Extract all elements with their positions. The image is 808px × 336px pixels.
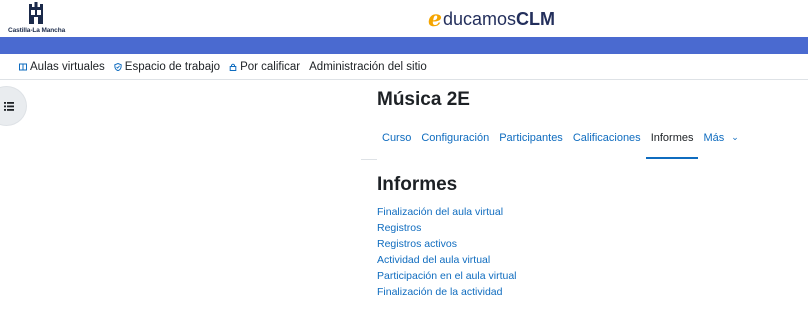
nav-label: Aulas virtuales <box>30 60 105 73</box>
shield-icon <box>114 62 122 71</box>
report-link-actividad-aula[interactable]: Actividad del aula virtual <box>377 254 490 266</box>
tab-mas-label: Más <box>703 132 725 144</box>
primary-navigation: Aulas virtuales Espacio de trabajo Por c… <box>0 54 808 80</box>
list-item: Registros activos <box>377 236 517 252</box>
report-link-finalizacion-aula[interactable]: Finalización del aula virtual <box>377 206 503 218</box>
list-item: Finalización del aula virtual <box>377 204 517 220</box>
nav-label: Por calificar <box>240 60 301 73</box>
report-link-registros[interactable]: Registros <box>377 222 421 234</box>
nav-administracion-del-sitio[interactable]: Administración del sitio <box>309 61 427 73</box>
list-item: Registros <box>377 220 517 236</box>
tab-configuracion[interactable]: Configuración <box>416 124 494 159</box>
reports-link-list: Finalización del aula virtual Registros … <box>377 204 517 300</box>
course-index-toggle-button[interactable] <box>0 86 27 126</box>
tab-informes[interactable]: Informes <box>645 124 699 159</box>
tab-participantes[interactable]: Participantes <box>494 124 568 159</box>
tab-mas-dropdown[interactable]: Más ⌄ <box>698 124 743 159</box>
educamosclm-logo[interactable]: e ducamos CLM <box>428 6 555 32</box>
nav-por-calificar[interactable]: Por calificar <box>229 61 300 73</box>
reports-heading: Informes <box>377 174 458 195</box>
header-blue-bar <box>0 37 808 54</box>
castilla-la-mancha-logo[interactable]: Castilla-La Mancha <box>8 2 66 36</box>
lock-icon <box>229 63 237 71</box>
report-link-registros-activos[interactable]: Registros activos <box>377 238 457 250</box>
nav-label: Espacio de trabajo <box>124 60 221 73</box>
list-icon <box>4 101 14 111</box>
list-item: Actividad del aula virtual <box>377 252 517 268</box>
tab-calificaciones[interactable]: Calificaciones <box>568 124 646 159</box>
castle-emblem-icon <box>29 2 43 24</box>
logo-ducamos: ducamos <box>443 9 517 29</box>
course-title: Música 2E <box>377 89 470 110</box>
org-logo-text: Castilla-La Mancha <box>8 27 66 34</box>
list-item: Participación en el aula virtual <box>377 268 517 284</box>
report-link-finalizacion-actividad[interactable]: Finalización de la actividad <box>377 286 503 298</box>
site-header: Castilla-La Mancha e ducamos CLM <box>0 0 808 37</box>
nav-aulas-virtuales[interactable]: Aulas virtuales <box>19 61 105 73</box>
logo-clm: CLM <box>516 9 556 29</box>
chevron-down-icon: ⌄ <box>731 132 739 142</box>
report-link-participacion-aula[interactable]: Participación en el aula virtual <box>377 270 517 282</box>
nav-espacio-de-trabajo[interactable]: Espacio de trabajo <box>114 61 220 73</box>
list-item: Finalización de la actividad <box>377 284 517 300</box>
grid-icon <box>19 63 27 70</box>
divider <box>361 159 377 160</box>
nav-label: Administración del sitio <box>309 60 427 73</box>
course-secondary-navigation: Curso Configuración Participantes Califi… <box>377 124 744 159</box>
tab-curso[interactable]: Curso <box>377 124 416 159</box>
logo-e: e <box>428 6 442 32</box>
